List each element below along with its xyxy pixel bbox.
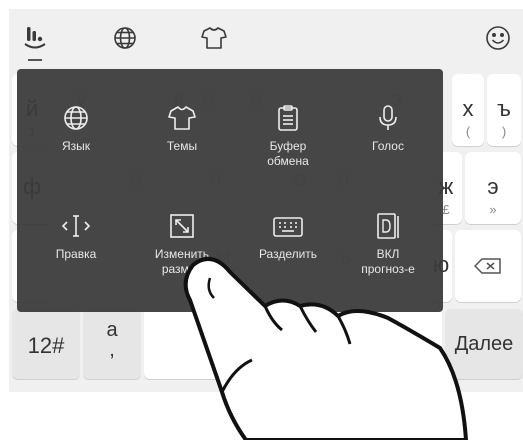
panel-item-edit[interactable]: Правка	[23, 211, 129, 262]
key-x[interactable]: х(	[452, 74, 484, 146]
panel-item-themes-label: Темы	[166, 139, 198, 153]
next-key[interactable]: Далее	[445, 309, 523, 379]
backspace-icon	[474, 258, 501, 274]
key-e[interactable]: э»	[465, 152, 521, 224]
panel-item-language-label: Язык	[61, 139, 91, 153]
panel-item-prediction[interactable]: ВКЛ прогноз-е	[335, 211, 441, 277]
panel-item-edit-label: Правка	[55, 247, 97, 261]
panel-item-voice[interactable]: Голос	[335, 103, 441, 154]
clipboard-icon	[278, 105, 298, 131]
panel-item-language[interactable]: Язык	[23, 103, 129, 154]
tshirt-icon	[168, 106, 196, 130]
space-key[interactable]	[144, 309, 442, 379]
numbers-key[interactable]: 12#	[12, 309, 80, 379]
prediction-icon	[377, 213, 399, 239]
tshirt-icon[interactable]	[199, 23, 229, 53]
panel-item-clipboard[interactable]: Буфер обмена	[235, 103, 341, 169]
globe-icon[interactable]	[110, 23, 140, 53]
comma-key[interactable]: а,	[83, 309, 141, 379]
panel-item-themes[interactable]: Темы	[129, 103, 235, 154]
text-cursor-icon	[61, 215, 91, 237]
panel-item-resize-label: Изменить размер	[154, 247, 210, 276]
keyboard-toolbar	[9, 9, 523, 69]
keyboard-options-panel: Язык Темы Буфер обмена Голос Правка Изме…	[17, 69, 443, 312]
panel-item-resize[interactable]: Изменить размер	[129, 211, 235, 277]
keyboard-settings-icon[interactable]	[21, 23, 51, 53]
toolbar-indicator	[28, 59, 42, 61]
panel-item-split-label: Разделить	[258, 247, 318, 261]
key-hard-sign[interactable]: ъ)	[487, 74, 521, 146]
smiley-icon[interactable]	[483, 23, 513, 53]
split-keyboard-icon	[273, 217, 303, 237]
panel-item-split[interactable]: Разделить	[235, 211, 341, 262]
backspace-key[interactable]	[455, 230, 521, 302]
panel-item-prediction-label: ВКЛ прогноз-е	[361, 247, 415, 276]
globe-icon	[64, 106, 88, 130]
panel-item-voice-label: Голос	[372, 139, 404, 153]
panel-item-clipboard-label: Буфер обмена	[267, 139, 309, 168]
microphone-icon	[379, 105, 397, 130]
resize-icon	[170, 214, 194, 238]
